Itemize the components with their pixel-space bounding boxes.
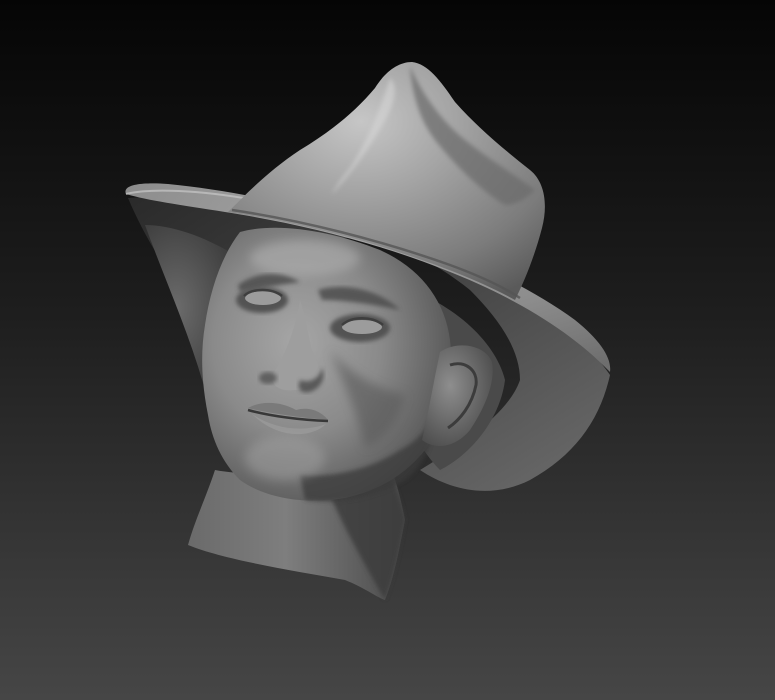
chin bbox=[245, 436, 325, 480]
forehead-highlight bbox=[250, 240, 360, 276]
sculpt-viewport[interactable] bbox=[0, 0, 775, 700]
nostril-left bbox=[259, 372, 277, 384]
viewport-canvas bbox=[0, 0, 775, 700]
